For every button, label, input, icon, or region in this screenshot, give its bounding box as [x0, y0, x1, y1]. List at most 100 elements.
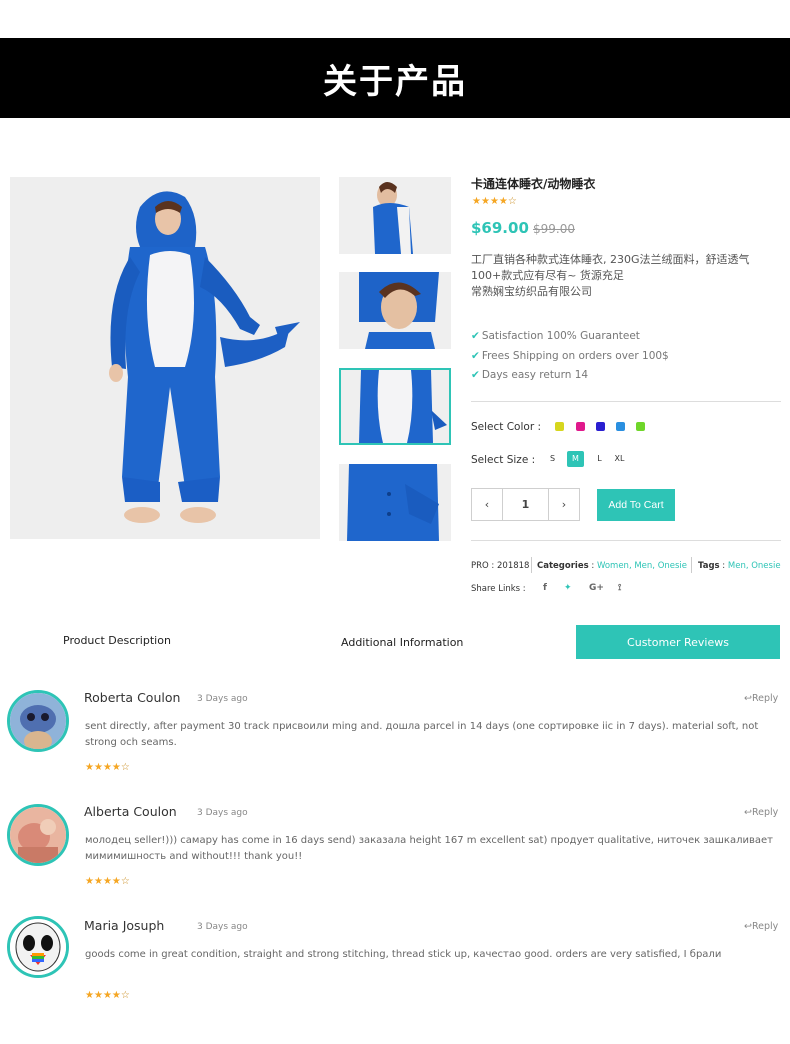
star-icon: ★ [93, 876, 103, 887]
reviewer-name: Maria Josuph [84, 918, 165, 933]
star-icon: ★ [93, 990, 103, 1001]
rss-icon[interactable]: ⟟ [618, 583, 621, 593]
description-line: 工厂直销各种款式连体睡衣, 230G法兰绒面料，舒适透气 [471, 253, 750, 266]
reviewer-name: Roberta Coulon [84, 690, 181, 705]
check-icon: ✔ [471, 330, 480, 342]
color-swatch-green[interactable] [636, 422, 645, 431]
product-price: $69.00 [471, 219, 529, 237]
color-swatch-magenta[interactable] [576, 422, 585, 431]
feature-text: Days easy return 14 [481, 369, 589, 381]
quantity-value[interactable]: 1 [502, 489, 549, 520]
tab-product-description[interactable]: Product Description [63, 634, 171, 647]
size-option-s[interactable]: S [544, 451, 561, 467]
tags-links[interactable]: Men, Onesie [728, 561, 781, 571]
feature-text: Frees Shipping on orders over 100$ [481, 350, 669, 362]
color-swatch-yellow[interactable] [555, 422, 564, 431]
star-icon: ★ [472, 196, 481, 207]
avatar-image [10, 919, 66, 975]
increment-button[interactable]: › [549, 489, 579, 520]
check-icon: ✔ [471, 369, 480, 381]
star-icon: ★ [85, 876, 94, 887]
chevron-right-icon: › [561, 498, 567, 511]
check-icon: ✔ [471, 350, 480, 362]
product-title: 卡通连体睡衣/动物睡衣 [471, 177, 596, 191]
description-line: 100+款式应有尽有~ 货源充足 [471, 269, 624, 282]
size-option-l[interactable]: L [591, 451, 608, 467]
product-categories: Categories : Women, Men, Onesie [537, 561, 688, 571]
tags-label: Tags [698, 561, 720, 571]
onesie-figure [10, 177, 320, 539]
reply-label: Reply [751, 807, 779, 818]
decrement-button[interactable]: ‹ [472, 489, 502, 520]
avatar [7, 916, 69, 978]
product-main-image[interactable] [10, 177, 320, 539]
half-star-icon: ☆ [507, 196, 517, 207]
pro-value: 201818 [497, 561, 530, 571]
description-line: 常熟娴宝纺织品有限公司 [471, 285, 592, 298]
meta-separator [691, 557, 692, 573]
reply-link[interactable]: ↩Reply [744, 693, 778, 704]
thumbnail-image [341, 370, 449, 443]
review-text: молодец seller!))) самару has come in 16… [85, 835, 773, 862]
feature-text: Satisfaction 100% Guaranteet [481, 330, 640, 342]
reply-label: Reply [751, 921, 779, 932]
thumbnail-4[interactable] [339, 464, 451, 541]
google-plus-icon[interactable]: G+ [589, 583, 604, 593]
review-date: 3 Days ago [197, 922, 248, 932]
thumbnail-3[interactable] [339, 368, 451, 445]
feature-item: ✔ Days easy return 14 [471, 369, 588, 381]
thumbnail-image [339, 464, 451, 541]
select-size-label: Select Size : [471, 454, 536, 466]
star-icon: ★ [498, 196, 508, 207]
product-code: PRO : 201818 [471, 561, 530, 571]
size-option-m[interactable]: M [567, 451, 584, 467]
half-star-icon: ☆ [120, 876, 130, 887]
reply-icon: ↩ [744, 807, 752, 818]
pro-label: PRO [471, 561, 489, 571]
avatar-image [10, 807, 66, 863]
divider [471, 401, 781, 402]
star-icon: ★ [102, 990, 112, 1001]
half-star-icon: ☆ [120, 762, 130, 773]
product-tags: Tags : Men, Onesie [698, 561, 781, 571]
star-icon: ★ [111, 762, 121, 773]
star-icon: ★ [102, 762, 112, 773]
thumbnail-image [339, 177, 451, 254]
thumbnail-1[interactable] [339, 177, 451, 254]
reply-link[interactable]: ↩Reply [744, 807, 778, 818]
categories-links[interactable]: Women, Men, Onesie [597, 561, 687, 571]
review-date: 3 Days ago [197, 808, 248, 818]
star-icon: ★ [111, 876, 121, 887]
page-banner: 关于产品 [0, 38, 790, 118]
feature-item: ✔ Satisfaction 100% Guaranteet [471, 330, 640, 342]
review-date: 3 Days ago [197, 694, 248, 704]
avatar [7, 690, 69, 752]
product-description: 工厂直销各种款式连体睡衣, 230G法兰绒面料，舒适透气 100+款式应有尽有~… [471, 252, 771, 300]
star-icon: ★ [93, 762, 103, 773]
tab-customer-reviews[interactable]: Customer Reviews [576, 625, 780, 659]
color-swatch-blue[interactable] [616, 422, 625, 431]
share-links-label: Share Links : [471, 584, 526, 594]
star-icon: ★ [489, 196, 499, 207]
meta-separator [531, 557, 532, 573]
star-icon: ★ [111, 990, 121, 1001]
add-to-cart-button[interactable]: Add To Cart [597, 489, 675, 521]
reply-link[interactable]: ↩Reply [744, 921, 778, 932]
twitter-icon[interactable]: ✦ [564, 583, 572, 593]
banner-title: 关于产品 [323, 61, 467, 102]
reply-icon: ↩ [744, 693, 752, 704]
thumbnail-2[interactable] [339, 272, 451, 349]
thumbnail-image [339, 272, 451, 349]
facebook-icon[interactable]: f [543, 583, 547, 593]
feature-item: ✔ Frees Shipping on orders over 100$ [471, 350, 669, 362]
review-text: sent directly, after payment 30 track пр… [85, 721, 759, 748]
tab-additional-information[interactable]: Additional Information [341, 636, 463, 649]
size-option-xl[interactable]: XL [611, 451, 628, 467]
half-star-icon: ☆ [120, 990, 130, 1001]
reply-icon: ↩ [744, 921, 752, 932]
star-icon: ★ [85, 762, 94, 773]
quantity-stepper: ‹ 1 › [471, 488, 580, 521]
select-color-label: Select Color : [471, 421, 542, 433]
color-swatch-indigo[interactable] [596, 422, 605, 431]
star-icon: ★ [85, 990, 94, 1001]
